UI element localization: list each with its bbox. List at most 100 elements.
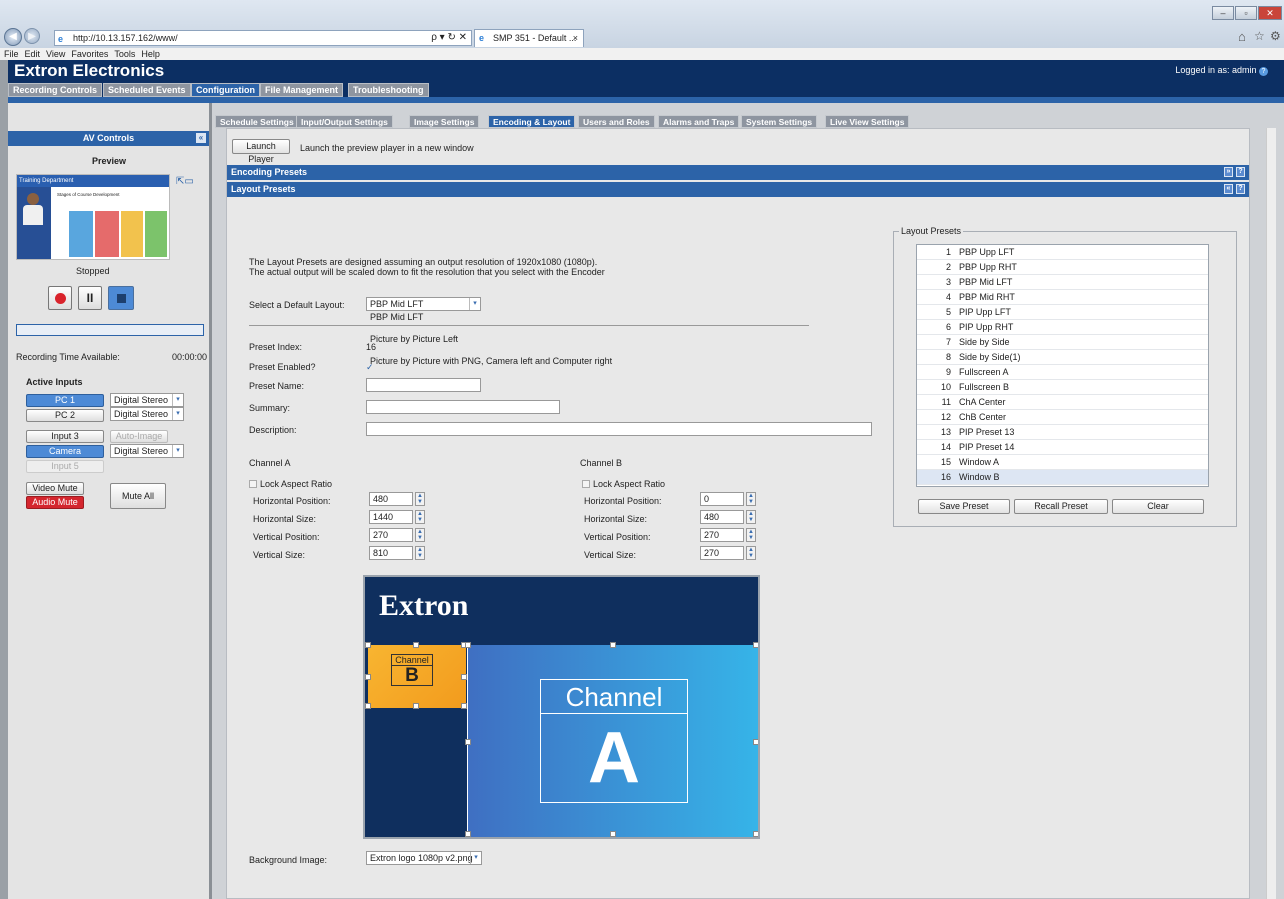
audio-select-pc2[interactable]: Digital Stereo ▾: [110, 407, 184, 421]
resize-handle[interactable]: [610, 642, 616, 648]
subtab-encoding-layout[interactable]: Encoding & Layout: [488, 115, 576, 128]
back-button[interactable]: ◀: [4, 28, 22, 46]
list-item[interactable]: 14 PIP Preset 14: [917, 440, 1208, 455]
b-vsize-stepper[interactable]: ▲ ▼: [746, 546, 756, 560]
mute-all-button[interactable]: Mute All: [110, 483, 166, 509]
list-item[interactable]: 1 PBP Upp LFT: [917, 245, 1208, 260]
layout-presets-list[interactable]: 1 PBP Upp LFT 2 PBP Upp RHT 3 PBP Mid LFT 4 PBP…: [916, 244, 1209, 487]
a-vpos-stepper[interactable]: ▲ ▼: [415, 528, 425, 542]
a-vsize-stepper[interactable]: ▲ ▼: [415, 546, 425, 560]
input-5-button[interactable]: Input 5: [26, 460, 104, 473]
input-3-button[interactable]: Input 3: [26, 430, 104, 443]
address-tools-icon[interactable]: ρ ▾ ↻ ✕: [431, 31, 467, 45]
list-item[interactable]: 5 PIP Upp LFT: [917, 305, 1208, 320]
auto-image-button[interactable]: Auto-Image: [110, 430, 168, 443]
menu-favorites[interactable]: Favorites: [71, 49, 108, 59]
subtab-system-settings[interactable]: System Settings: [741, 115, 818, 128]
layout-presets-bar[interactable]: Layout Presets «?: [227, 182, 1249, 197]
input-pc2-button[interactable]: PC 2: [26, 409, 104, 422]
resize-handle[interactable]: [610, 831, 616, 837]
resize-handle[interactable]: [465, 739, 471, 745]
tab-configuration[interactable]: Configuration: [191, 83, 260, 97]
list-item[interactable]: 16 Window B: [917, 470, 1208, 485]
help-icon[interactable]: ?: [1236, 167, 1245, 177]
browser-tab[interactable]: e SMP 351 - Default ... ×: [474, 29, 584, 47]
list-item[interactable]: 11 ChA Center: [917, 395, 1208, 410]
close-tab-icon[interactable]: ×: [573, 30, 578, 46]
save-preset-button[interactable]: Save Preset: [918, 499, 1010, 514]
address-bar[interactable]: e http://10.13.157.162/www/ρ ▾ ↻ ✕: [54, 30, 472, 46]
subtab-input-output-settings[interactable]: Input/Output Settings: [296, 115, 393, 128]
popout-icon[interactable]: ⇱▭: [176, 176, 200, 196]
favorites-star-icon[interactable]: ☆: [1254, 29, 1265, 43]
subtab-image-settings[interactable]: Image Settings: [409, 115, 480, 128]
help-icon[interactable]: ?: [1236, 184, 1245, 194]
record-button[interactable]: [48, 286, 72, 310]
a-hsize-stepper[interactable]: ▲ ▼: [415, 510, 425, 524]
pause-button[interactable]: II: [78, 286, 102, 310]
input-camera-button[interactable]: Camera: [26, 445, 104, 458]
video-mute-button[interactable]: Video Mute: [26, 482, 84, 495]
b-vpos-input[interactable]: 270: [700, 528, 744, 542]
menu-tools[interactable]: Tools: [114, 49, 135, 59]
list-item[interactable]: 13 PIP Preset 13: [917, 425, 1208, 440]
menu-file[interactable]: File: [4, 49, 19, 59]
layout-preview-canvas[interactable]: Extron Channel A Channel B: [363, 575, 760, 839]
restore-button[interactable]: ▫: [1235, 6, 1257, 20]
bg-image-select[interactable]: Extron logo 1080p v2.png ▾: [366, 851, 482, 865]
resize-handle[interactable]: [365, 703, 371, 709]
settings-gear-icon[interactable]: ⚙: [1270, 29, 1281, 43]
channel-b-window[interactable]: Channel B: [368, 645, 466, 708]
scrollbar[interactable]: [1266, 128, 1276, 899]
summary-input[interactable]: [366, 400, 560, 414]
list-item[interactable]: 12 ChB Center: [917, 410, 1208, 425]
close-window-button[interactable]: ✕: [1258, 6, 1282, 20]
input-pc1-button[interactable]: PC 1: [26, 394, 104, 407]
b-hsize-input[interactable]: 480: [700, 510, 744, 524]
audio-mute-button[interactable]: Audio Mute: [26, 496, 84, 509]
collapse-icon[interactable]: «: [1224, 184, 1233, 194]
resize-handle[interactable]: [465, 831, 471, 837]
subtab-live-view-settings[interactable]: Live View Settings: [825, 115, 910, 128]
channel-a-window[interactable]: Channel A: [467, 645, 758, 837]
b-vpos-stepper[interactable]: ▲ ▼: [746, 528, 756, 542]
list-item[interactable]: 7 Side by Side: [917, 335, 1208, 350]
list-item[interactable]: 3 PBP Mid LFT: [917, 275, 1208, 290]
recall-preset-button[interactable]: Recall Preset: [1014, 499, 1108, 514]
resize-handle[interactable]: [413, 703, 419, 709]
list-item[interactable]: 6 PIP Upp RHT: [917, 320, 1208, 335]
tab-recording-controls[interactable]: Recording Controls: [8, 83, 103, 97]
tab-file-management[interactable]: File Management: [260, 83, 344, 97]
list-item[interactable]: 2 PBP Upp RHT: [917, 260, 1208, 275]
a-vpos-input[interactable]: 270: [369, 528, 413, 542]
minimize-button[interactable]: –: [1212, 6, 1234, 20]
home-icon[interactable]: ⌂: [1238, 29, 1246, 44]
list-item[interactable]: 4 PBP Mid RHT: [917, 290, 1208, 305]
list-item[interactable]: 15 Window A: [917, 455, 1208, 470]
audio-select-pc1[interactable]: Digital Stereo ▾: [110, 393, 184, 407]
resize-handle[interactable]: [465, 642, 471, 648]
b-vsize-input[interactable]: 270: [700, 546, 744, 560]
subtab-schedule-settings[interactable]: Schedule Settings: [215, 115, 299, 128]
menu-help[interactable]: Help: [141, 49, 160, 59]
help-icon[interactable]: ?: [1259, 67, 1268, 76]
tab-scheduled-events[interactable]: Scheduled Events: [103, 83, 191, 97]
default-layout-select[interactable]: PBP Mid LFT ▾: [366, 297, 481, 311]
collapse-icon[interactable]: «: [196, 133, 206, 143]
b-hpos-stepper[interactable]: ▲ ▼: [746, 492, 756, 506]
subtab-alarms-traps[interactable]: Alarms and Traps: [658, 115, 740, 128]
a-vsize-input[interactable]: 810: [369, 546, 413, 560]
forward-button[interactable]: ▶: [24, 28, 40, 44]
list-item[interactable]: 9 Fullscreen A: [917, 365, 1208, 380]
audio-select-camera[interactable]: Digital Stereo ▾: [110, 444, 184, 458]
lock-aspect-a-checkbox[interactable]: [249, 480, 257, 488]
lock-aspect-b-checkbox[interactable]: [582, 480, 590, 488]
a-hpos-input[interactable]: 480: [369, 492, 413, 506]
expand-icon[interactable]: »: [1224, 167, 1233, 177]
resize-handle[interactable]: [753, 642, 758, 648]
resize-handle[interactable]: [753, 739, 758, 745]
encoding-presets-bar[interactable]: Encoding Presets »?: [227, 165, 1249, 180]
menu-view[interactable]: View: [46, 49, 65, 59]
list-item[interactable]: 8 Side by Side(1): [917, 350, 1208, 365]
list-item[interactable]: 10 Fullscreen B: [917, 380, 1208, 395]
